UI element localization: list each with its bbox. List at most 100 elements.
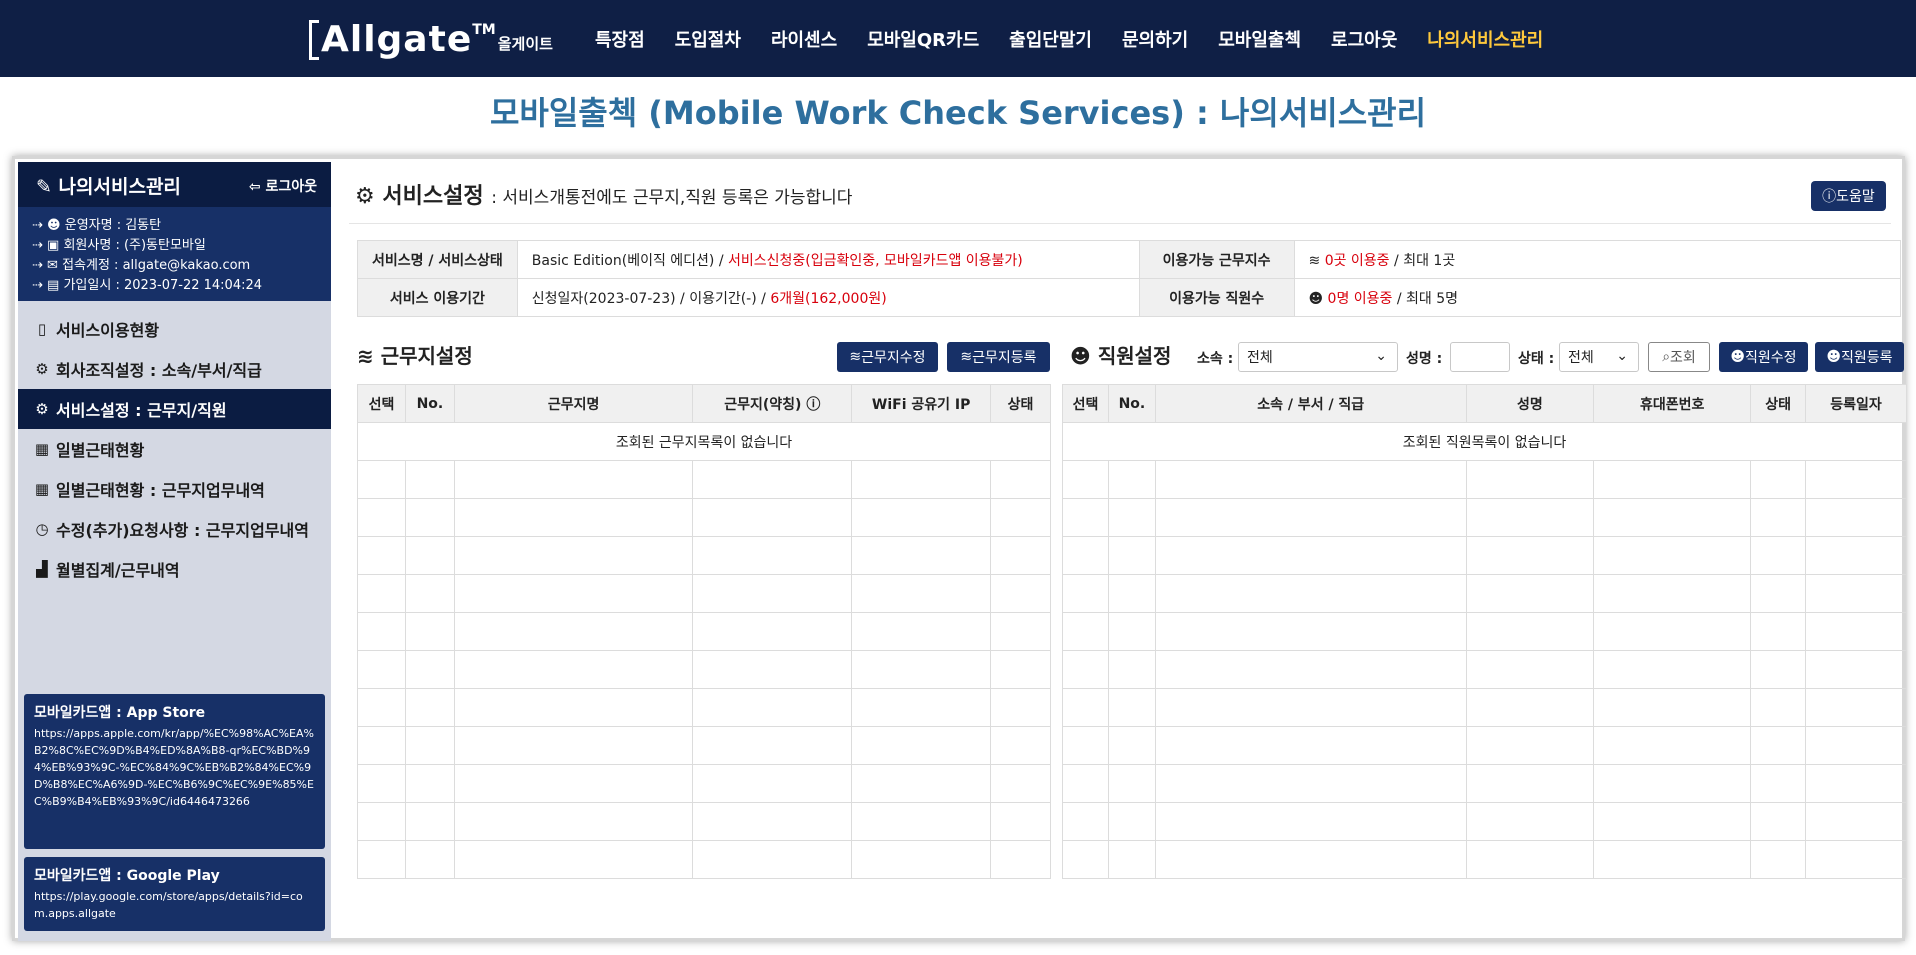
sidebar-item-label: 일별근태현황 (56, 441, 145, 460)
page-title: 모바일출첵 (Mobile Work Check Services) : 나의서… (489, 94, 1427, 132)
nav-mobile-qr-card[interactable]: 모바일QR카드 (867, 26, 979, 52)
worksite-edit-button[interactable]: ≋ 근무지수정 (837, 342, 938, 372)
empty-cell (1593, 764, 1752, 803)
empty-table-row (357, 802, 1051, 841)
gear-icon: ⚙ (35, 400, 49, 418)
empty-cell (1805, 498, 1907, 537)
sites-value: ≋ 0곳 이용중 / 최대 1곳 (1293, 240, 1901, 279)
staff-empty-message: 조회된 직원목록이 없습니다 (1062, 422, 1907, 461)
staff-add-button[interactable]: ☻ 직원등록 (1815, 342, 1904, 372)
name-filter-input[interactable] (1450, 342, 1510, 372)
empty-table-row (357, 726, 1051, 765)
sidebar-logout-button[interactable]: ⇦ 로그아웃 (249, 176, 317, 196)
empty-cell (453, 650, 694, 689)
gear-icon: ⚙ (35, 360, 49, 378)
users-icon: ☻ (1070, 344, 1098, 368)
worksite-add-button[interactable]: ≋ 근무지등록 (947, 342, 1050, 372)
empty-cell (1593, 574, 1752, 613)
empty-cell (692, 574, 853, 613)
empty-cell (453, 536, 694, 575)
empty-cell (851, 536, 992, 575)
google-play-card[interactable]: 모바일카드앱 : Google Play https://play.google… (24, 857, 325, 931)
sidebar-item-service-settings[interactable]: ⚙ 서비스설정 : 근무지/직원 (18, 389, 331, 429)
worksite-table-header: 선택 No. 근무지명 근무지(약칭) ⓘ WiFi 공유기 IP 상태 (357, 384, 1051, 423)
worksite-empty-row: 조회된 근무지목록이 없습니다 (357, 422, 1051, 461)
empty-cell (1593, 840, 1752, 879)
app-store-card[interactable]: 모바일카드앱 : App Store https://apps.apple.co… (24, 694, 325, 849)
col-select: 선택 (1062, 384, 1109, 423)
search-button[interactable]: ⌕ 조회 (1648, 342, 1710, 372)
empty-cell (990, 612, 1051, 651)
nav-features[interactable]: 특장점 (595, 26, 645, 52)
allgate-logo[interactable]: Allgate TM 올게이트 (309, 14, 553, 60)
empty-cell (1154, 460, 1467, 499)
empty-cell (1805, 802, 1907, 841)
nav-adoption-process[interactable]: 도입절차 (675, 26, 741, 52)
sidebar: ✎ 나의서비스관리 ⇦ 로그아웃 ⇢ ☻ 운영자명 : 김동탄 ⇢ ▣ 회원사명… (18, 162, 331, 941)
main-nav: 특장점 도입절차 라이센스 모바일QR카드 출입단말기 문의하기 모바일출첵 로… (580, 0, 1558, 77)
service-period-label: 서비스 이용기간 (357, 278, 518, 317)
col-worksite-short-label: 근무지(약칭) (724, 396, 802, 413)
main-frame: ✎ 나의서비스관리 ⇦ 로그아웃 ⇢ ☻ 운영자명 : 김동탄 ⇢ ▣ 회원사명… (12, 156, 1907, 941)
operator-name-text: 운영자명 : 김동탄 (64, 218, 162, 233)
calendar-check-icon: ▤ (47, 278, 60, 293)
account-info: ⇢ ☻ 운영자명 : 김동탄 ⇢ ▣ 회원사명 : (주)동탄모바일 ⇢ ✉ 접… (18, 207, 331, 301)
bar-chart-icon: ▟ (36, 560, 48, 578)
login-account: ⇢ ✉ 접속계정 : allgate@kakao.com (32, 258, 251, 273)
empty-cell (357, 802, 406, 841)
status-select[interactable]: 전체 ⌄ (1559, 342, 1639, 372)
col-wifi-ip: WiFi 공유기 IP (851, 384, 992, 423)
empty-table-row (1062, 726, 1907, 765)
operator-name: ⇢ ☻ 운영자명 : 김동탄 (32, 218, 162, 233)
empty-table-row (1062, 688, 1907, 727)
empty-cell (1062, 688, 1109, 727)
worksite-edit-label: 근무지수정 (861, 350, 926, 366)
sites-in-use: 0곳 이용중 (1324, 252, 1390, 269)
help-button[interactable]: ⓘ 도움말 (1811, 181, 1886, 211)
empty-cell (404, 840, 455, 879)
service-settings-title: ⚙ 서비스설정 : 서비스개통전에도 근무지,직원 등록은 가능합니다 (355, 178, 852, 210)
empty-cell (692, 612, 853, 651)
sidebar-item-daily-attendance[interactable]: ▦ 일별근태현황 (18, 429, 331, 469)
empty-cell (1107, 536, 1156, 575)
affiliation-select[interactable]: 전체 ⌄ (1238, 342, 1398, 372)
clock-icon: ◷ (35, 520, 49, 538)
google-play-url[interactable]: https://play.google.com/store/apps/detai… (34, 888, 315, 922)
sidebar-item-monthly-summary[interactable]: ▟ 월별집계/근무내역 (18, 549, 331, 589)
question-icon[interactable]: ⓘ (806, 397, 820, 413)
empty-cell (1062, 498, 1109, 537)
col-affiliation: 소속 / 부서 / 직급 (1154, 384, 1467, 423)
staff-table-header: 선택 No. 소속 / 부서 / 직급 성명 휴대폰번호 상태 등록일자 (1062, 384, 1907, 423)
nav-logout[interactable]: 로그아웃 (1331, 26, 1397, 52)
nav-access-terminal[interactable]: 출입단말기 (1009, 26, 1092, 52)
empty-cell (1062, 536, 1109, 575)
empty-cell (1154, 688, 1467, 727)
nav-license[interactable]: 라이센스 (771, 26, 837, 52)
empty-cell (1154, 574, 1467, 613)
sidebar-item-modification-requests[interactable]: ◷ 수정(추가)요청사항 : 근무지업무내역 (18, 509, 331, 549)
empty-cell (692, 764, 853, 803)
staff-settings-title-text: 직원설정 (1097, 344, 1172, 368)
company-name-text: 회원사명 : (주)동탄모바일 (63, 238, 206, 253)
empty-cell (1750, 688, 1807, 727)
empty-cell (851, 802, 992, 841)
sidebar-item-daily-attendance-work[interactable]: ▦ 일별근태현황 : 근무지업무내역 (18, 469, 331, 509)
sidebar-item-service-usage[interactable]: ▯ 서비스이용현황 (18, 309, 331, 349)
nav-mobile-check[interactable]: 모바일출첵 (1218, 26, 1301, 52)
empty-cell (692, 460, 853, 499)
empty-table-row (1062, 460, 1907, 499)
empty-cell (1750, 802, 1807, 841)
sidebar-item-org-settings[interactable]: ⚙ 회사조직설정 : 소속/부서/직급 (18, 349, 331, 389)
empty-cell (692, 536, 853, 575)
empty-cell (990, 764, 1051, 803)
empty-cell (1805, 612, 1907, 651)
staff-edit-button[interactable]: ☻ 직원수정 (1719, 342, 1808, 372)
sidebar-item-label: 서비스이용현황 (56, 321, 160, 340)
app-store-url[interactable]: https://apps.apple.com/kr/app/%EC%98%AC%… (34, 725, 315, 810)
nav-my-service[interactable]: 나의서비스관리 (1427, 26, 1543, 52)
empty-cell (1154, 802, 1467, 841)
nav-inquiry[interactable]: 문의하기 (1122, 26, 1188, 52)
service-name-label: 서비스명 / 서비스상태 (357, 240, 518, 279)
staff-in-use: 0명 이용중 (1327, 290, 1393, 307)
empty-cell (1154, 726, 1467, 765)
